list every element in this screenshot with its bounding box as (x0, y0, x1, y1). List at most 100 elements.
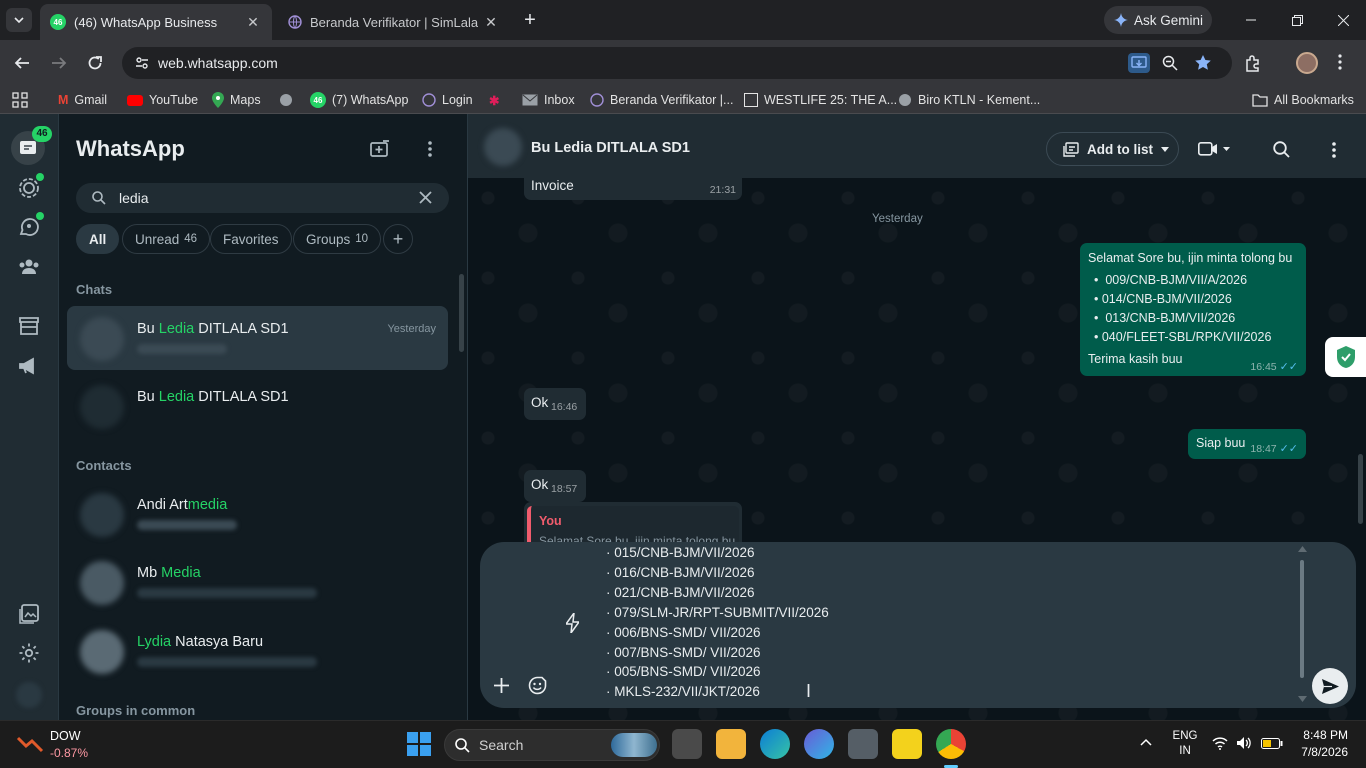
close-tab-icon[interactable]: ✕ (482, 13, 500, 31)
contact-list-item[interactable]: Mb Media (67, 550, 448, 614)
conversation-header[interactable]: Bu Ledia DITLALA SD1 Add to list (468, 114, 1366, 178)
sticky-notes-icon[interactable] (892, 729, 922, 759)
close-tab-icon[interactable]: ✕ (244, 13, 262, 31)
all-bookmarks[interactable]: All Bookmarks (1252, 91, 1354, 109)
back-button[interactable] (13, 54, 31, 72)
camera-app-icon[interactable] (848, 729, 878, 759)
install-app-icon[interactable] (1128, 53, 1150, 73)
tab-whatsapp[interactable]: 46 (46) WhatsApp Business ✕ (40, 4, 272, 40)
chat-scrollbar[interactable] (1358, 454, 1363, 524)
reload-button[interactable] (86, 54, 104, 72)
chat-menu-kebab-icon[interactable] (1332, 142, 1336, 158)
security-extension-shield-icon[interactable] (1325, 337, 1366, 377)
attach-plus-icon[interactable] (494, 678, 509, 693)
start-windows-icon[interactable] (404, 729, 434, 759)
apps-grid-icon[interactable] (12, 91, 28, 109)
catalog-store-icon[interactable] (17, 314, 41, 338)
bookmark-inbox[interactable]: Inbox (522, 91, 575, 109)
filter-favorites[interactable]: Favorites (210, 224, 292, 254)
quick-replies-lightning-icon[interactable] (566, 613, 579, 633)
media-gallery-icon[interactable] (17, 602, 41, 626)
new-chat-icon[interactable] (370, 140, 390, 158)
composer-scroll-down-icon[interactable] (1298, 696, 1307, 702)
forward-button[interactable] (50, 54, 68, 72)
profile-avatar[interactable] (16, 682, 42, 708)
chat-list-item[interactable]: Bu Ledia DITLALA SD1 (67, 374, 448, 438)
wifi-icon[interactable] (1212, 737, 1228, 750)
bookmark-maps[interactable]: Maps (212, 91, 261, 109)
profile-avatar[interactable] (1296, 52, 1318, 74)
bookmark-beranda-verifikator[interactable]: Beranda Verifikator |... (590, 91, 733, 109)
zoom-icon[interactable] (1162, 55, 1178, 71)
filter-groups[interactable]: Groups 10 (293, 224, 382, 254)
bookmark-star-icon[interactable] (1194, 54, 1212, 72)
taskbar-search[interactable]: Search (444, 729, 660, 761)
volume-icon[interactable] (1236, 736, 1251, 750)
contact-about (137, 520, 237, 530)
filter-all[interactable]: All (76, 224, 120, 254)
menu-kebab-icon[interactable] (428, 141, 432, 157)
task-view-icon[interactable] (672, 729, 702, 759)
incoming-message[interactable]: Ok 18:57 (524, 470, 586, 502)
contact-avatar[interactable] (484, 128, 522, 166)
extensions-icon[interactable] (1244, 54, 1262, 72)
add-to-list-button[interactable]: Add to list (1046, 132, 1179, 166)
bookmark-westlife[interactable]: WESTLIFE 25: THE A... (744, 91, 897, 109)
bookmark-globe[interactable] (279, 91, 293, 109)
composer-scrollbar[interactable] (1300, 560, 1304, 678)
sidebar-scrollbar[interactable] (459, 274, 464, 352)
filter-unread[interactable]: Unread 46 (122, 224, 211, 254)
bookmark-whatsapp[interactable]: 46 (7) WhatsApp (310, 91, 408, 109)
add-filter-button[interactable]: + (383, 224, 413, 254)
close-window-button[interactable] (1320, 0, 1366, 40)
message-composer[interactable]: · 015/CNB-BJM/VII/2026 · 016/CNB-BJM/VII… (480, 542, 1356, 708)
bookmark-gmail[interactable]: M Gmail (58, 91, 107, 109)
outgoing-message[interactable]: Selamat Sore bu, ijin minta tolong bu • … (1080, 243, 1306, 376)
clock-time[interactable]: 8:48 PM (1300, 728, 1348, 742)
language-indicator[interactable]: ENG IN (1170, 729, 1200, 759)
chat-list-item[interactable]: Bu Ledia DITLALA SD1 Yesterday (67, 306, 448, 370)
bookmark-login[interactable]: Login (422, 91, 473, 109)
contact-about (137, 588, 317, 598)
new-tab-button[interactable]: + (520, 10, 540, 30)
composer-scroll-up-icon[interactable] (1298, 546, 1307, 552)
bookmark-biro-ktln[interactable]: Biro KTLN - Kement... (898, 91, 1040, 109)
address-bar[interactable]: web.whatsapp.com (122, 47, 1232, 79)
bookmark-youtube[interactable]: YouTube (127, 91, 198, 109)
chats-section-label: Chats (76, 282, 113, 297)
send-button[interactable] (1312, 668, 1348, 704)
search-input[interactable]: ledia (119, 190, 149, 206)
copilot-icon[interactable] (804, 729, 834, 759)
battery-icon[interactable] (1261, 738, 1283, 749)
url-text[interactable]: web.whatsapp.com (158, 55, 278, 71)
search-box[interactable]: ledia (76, 183, 449, 213)
sticker-emoji-icon[interactable] (528, 676, 547, 695)
clock-date[interactable]: 7/8/2026 (1290, 745, 1348, 759)
edge-browser-icon[interactable] (760, 729, 790, 759)
search-in-chat-icon[interactable] (1273, 141, 1290, 158)
bookmark-slack[interactable]: ✱ (489, 91, 499, 109)
communities-icon[interactable] (17, 255, 41, 279)
contact-list-item[interactable]: Lydia Natasya Baru (67, 619, 448, 683)
tab-simlala[interactable]: Beranda Verifikator | SimLala ✕ (274, 4, 510, 40)
contact-name[interactable]: Bu Ledia DITLALA SD1 (531, 140, 690, 156)
video-call-button[interactable] (1198, 142, 1230, 156)
advertise-megaphone-icon[interactable] (17, 354, 41, 378)
restore-button[interactable] (1274, 0, 1320, 40)
bookmarks-bar: M Gmail YouTube Maps 46 (7) WhatsApp Login… (0, 86, 1366, 114)
message-list-item: • 013/CNB-BJM/VII/2026 (1094, 311, 1236, 325)
settings-gear-icon[interactable] (17, 641, 41, 665)
outgoing-message[interactable]: Siap buu 18:47 ✓✓ (1188, 429, 1306, 459)
chrome-browser-icon[interactable] (936, 729, 966, 759)
minimize-button[interactable] (1228, 0, 1274, 40)
stock-widget[interactable]: DOW -0.87% (16, 728, 126, 762)
incoming-message[interactable]: Ok 16:46 (524, 388, 586, 420)
clear-search-icon[interactable] (419, 191, 432, 204)
show-hidden-icons-chevron-icon[interactable] (1140, 738, 1152, 746)
file-explorer-icon[interactable] (716, 729, 746, 759)
contact-list-item[interactable]: Andi Artmedia (67, 482, 448, 546)
tab-search-button[interactable] (6, 8, 32, 32)
ask-gemini-button[interactable]: Ask Gemini (1104, 6, 1212, 34)
site-info-icon[interactable] (134, 55, 150, 71)
browser-menu-icon[interactable] (1338, 54, 1342, 70)
